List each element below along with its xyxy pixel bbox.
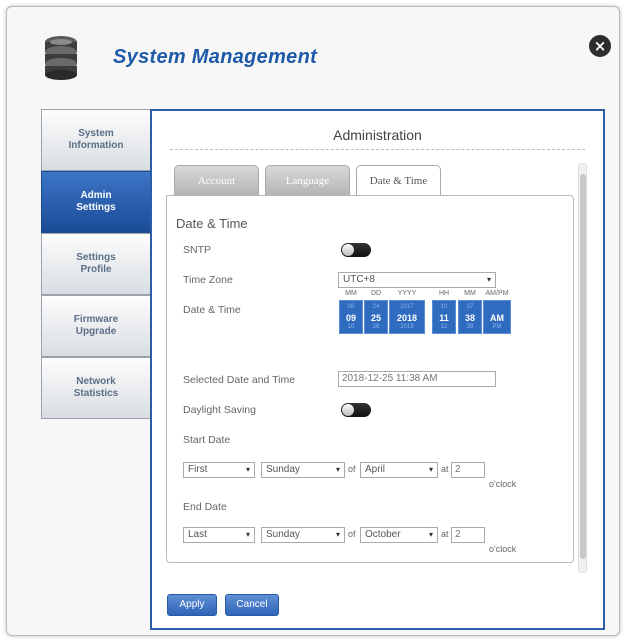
main-panel: Administration Account Language Date & T…: [150, 109, 605, 630]
sidebar-nav: System Information Admin Settings Settin…: [41, 109, 151, 419]
start-at-label: at: [441, 464, 449, 474]
start-hour-field[interactable]: 2: [451, 462, 485, 478]
sidebar-item-admin-settings[interactable]: Admin Settings: [41, 171, 151, 233]
time-zone-value: UTC+8: [343, 274, 375, 285]
minute-spinner[interactable]: 37 38 39: [458, 300, 482, 334]
ampm-header: AM/PM: [485, 290, 509, 297]
daylight-saving-label: Daylight Saving: [183, 404, 256, 416]
dropdown-arrow-icon: ▾: [486, 275, 491, 284]
start-week-select[interactable]: First ▾: [183, 462, 255, 478]
database-icon: [45, 36, 77, 80]
minute-header: MM: [464, 290, 476, 297]
dropdown-arrow-icon: ▾: [428, 530, 433, 539]
time-zone-select[interactable]: UTC+8 ▾: [338, 272, 496, 288]
end-at-label: at: [441, 529, 449, 539]
daylight-saving-toggle[interactable]: [341, 403, 371, 417]
hour-spinner[interactable]: 10 11 12: [432, 300, 456, 334]
end-month-select[interactable]: October ▾: [360, 527, 438, 543]
end-of-label: of: [348, 529, 356, 539]
end-week-select[interactable]: Last ▾: [183, 527, 255, 543]
tab-account[interactable]: Account: [174, 165, 259, 195]
sntp-toggle[interactable]: [341, 243, 371, 257]
ampm-spinner[interactable]: AM PM: [483, 300, 511, 334]
sidebar-item-firmware-upgrade[interactable]: Firmware Upgrade: [41, 295, 151, 357]
day-header: DD: [370, 290, 382, 297]
section-title: Date & Time: [176, 216, 248, 231]
sidebar-item-label: Network Statistics: [73, 376, 119, 399]
time-zone-label: Time Zone: [183, 274, 233, 286]
sidebar-item-network-statistics[interactable]: Network Statistics: [41, 357, 151, 419]
dropdown-arrow-icon: ▾: [335, 465, 340, 474]
sidebar-item-label: Settings Profile: [76, 252, 116, 275]
start-of-label: of: [348, 464, 356, 474]
end-day-select[interactable]: Sunday ▾: [261, 527, 345, 543]
sidebar-item-label: Firmware Upgrade: [73, 314, 119, 337]
window-title: System Management: [113, 46, 318, 68]
start-date-label: Start Date: [183, 434, 231, 446]
cancel-button[interactable]: Cancel: [225, 594, 279, 616]
dropdown-arrow-icon: ▾: [335, 530, 340, 539]
close-icon[interactable]: ×: [589, 35, 611, 57]
dropdown-arrow-icon: ▾: [428, 465, 433, 474]
system-management-window: System Management × System Information A…: [6, 6, 620, 636]
selected-date-time-field[interactable]: 2018-12-25 11:38 AM: [338, 371, 496, 387]
tab-date-time[interactable]: Date & Time: [356, 165, 441, 196]
sidebar-item-system-information[interactable]: System Information: [41, 109, 151, 171]
date-time-label: Date & Time: [183, 304, 241, 316]
scrollbar-thumb[interactable]: [580, 174, 586, 559]
start-month-select[interactable]: April ▾: [360, 462, 438, 478]
tab-language[interactable]: Language: [265, 165, 350, 195]
end-oclock-label: o'clock: [489, 544, 517, 554]
dropdown-arrow-icon: ▾: [245, 530, 250, 539]
toggle-knob: [342, 404, 354, 416]
dropdown-arrow-icon: ▾: [245, 465, 250, 474]
sidebar-item-label: Admin Settings: [76, 190, 116, 213]
scrollbar[interactable]: [578, 163, 587, 573]
date-time-panel: Date & Time SNTP Time Zone UTC+8 ▾ Date …: [166, 195, 574, 563]
month-header: MM: [345, 290, 357, 297]
start-oclock-label: o'clock: [489, 479, 517, 489]
start-day-select[interactable]: Sunday ▾: [261, 462, 345, 478]
end-date-label: End Date: [183, 501, 227, 513]
hour-header: HH: [438, 290, 450, 297]
tab-bar: Account Language Date & Time: [174, 165, 447, 196]
selected-date-time-label: Selected Date and Time: [183, 374, 296, 386]
day-spinner[interactable]: 24 25 26: [364, 300, 388, 334]
month-spinner[interactable]: 08 09 10: [339, 300, 363, 334]
sntp-label: SNTP: [183, 244, 212, 256]
panel-title: Administration: [170, 127, 585, 150]
end-hour-field[interactable]: 2: [451, 527, 485, 543]
apply-button[interactable]: Apply: [167, 594, 217, 616]
toggle-knob: [342, 244, 354, 256]
sidebar-item-label: System Information: [68, 128, 124, 151]
year-spinner[interactable]: 2017 2018 2019: [389, 300, 425, 334]
sidebar-item-settings-profile[interactable]: Settings Profile: [41, 233, 151, 295]
year-header: YYYY: [397, 290, 417, 297]
